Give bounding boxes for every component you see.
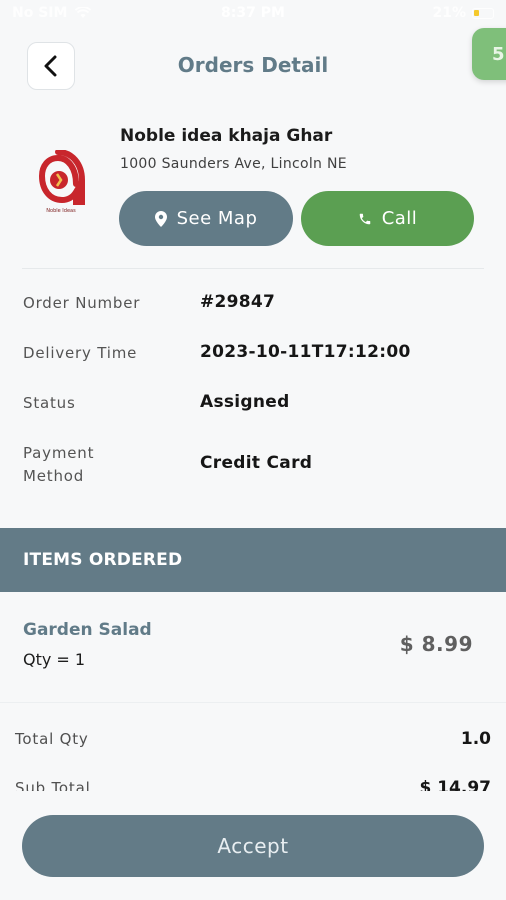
payment-value: Credit Card bbox=[200, 453, 313, 473]
side-badge-text: 5 bbox=[492, 43, 505, 65]
see-map-button[interactable]: See Map bbox=[119, 191, 293, 246]
status-right: 21% bbox=[432, 5, 494, 21]
order-number-value: #29847 bbox=[200, 292, 276, 312]
item-qty: Qty = 1 bbox=[23, 650, 86, 669]
delivery-time-value: 2023-10-11T17:12:00 bbox=[200, 342, 411, 362]
restaurant-address: 1000 Saunders Ave, Lincoln NE bbox=[120, 156, 347, 172]
header: Orders Detail bbox=[0, 40, 506, 96]
phone-icon bbox=[359, 213, 370, 224]
logo-text: Noble Ideas bbox=[46, 208, 76, 214]
page-title: Orders Detail bbox=[177, 53, 329, 77]
items-ordered-header: ITEMS ORDERED bbox=[0, 528, 506, 592]
delivery-time-label: Delivery Time bbox=[23, 344, 138, 362]
battery-icon bbox=[472, 7, 494, 19]
payment-label-line2: Method bbox=[23, 467, 85, 485]
side-badge[interactable]: 5 bbox=[472, 28, 506, 80]
item-name: Garden Salad bbox=[23, 620, 152, 640]
list-item: Garden Salad Qty = 1 $ 8.99 bbox=[0, 592, 506, 702]
item-price: $ 8.99 bbox=[399, 632, 473, 656]
total-qty-label: Total Qty bbox=[15, 730, 89, 748]
sub-total-label: Sub Total bbox=[15, 779, 91, 791]
restaurant-name: Noble idea khaja Ghar bbox=[120, 126, 333, 146]
totals-section[interactable]: Total Qty 1.0 Sub Total $ 14.97 bbox=[0, 703, 506, 791]
call-label: Call bbox=[381, 208, 418, 229]
status-time: 8:37 PM bbox=[221, 5, 285, 21]
total-qty-value: 1.0 bbox=[460, 729, 491, 749]
divider bbox=[22, 268, 484, 269]
see-map-label: See Map bbox=[176, 208, 258, 229]
status-bar: No SIM 8:37 PM 21% bbox=[0, 0, 506, 30]
status-label: Status bbox=[23, 394, 76, 412]
accept-button[interactable]: Accept bbox=[22, 815, 484, 877]
restaurant-card: Noble Ideas Noble idea khaja Ghar 1000 S… bbox=[0, 118, 506, 268]
sub-total-value: $ 14.97 bbox=[419, 778, 491, 791]
battery-percent: 21% bbox=[432, 5, 466, 21]
accept-label: Accept bbox=[217, 834, 289, 858]
payment-label: Payment Method bbox=[23, 442, 94, 488]
restaurant-logo: Noble Ideas bbox=[38, 150, 85, 214]
items-ordered-title: ITEMS ORDERED bbox=[23, 550, 183, 570]
status-value: Assigned bbox=[200, 392, 290, 412]
location-pin-icon bbox=[154, 210, 167, 227]
payment-label-line1: Payment bbox=[23, 444, 95, 462]
call-button[interactable]: Call bbox=[301, 191, 474, 246]
order-number-label: Order Number bbox=[23, 294, 141, 312]
